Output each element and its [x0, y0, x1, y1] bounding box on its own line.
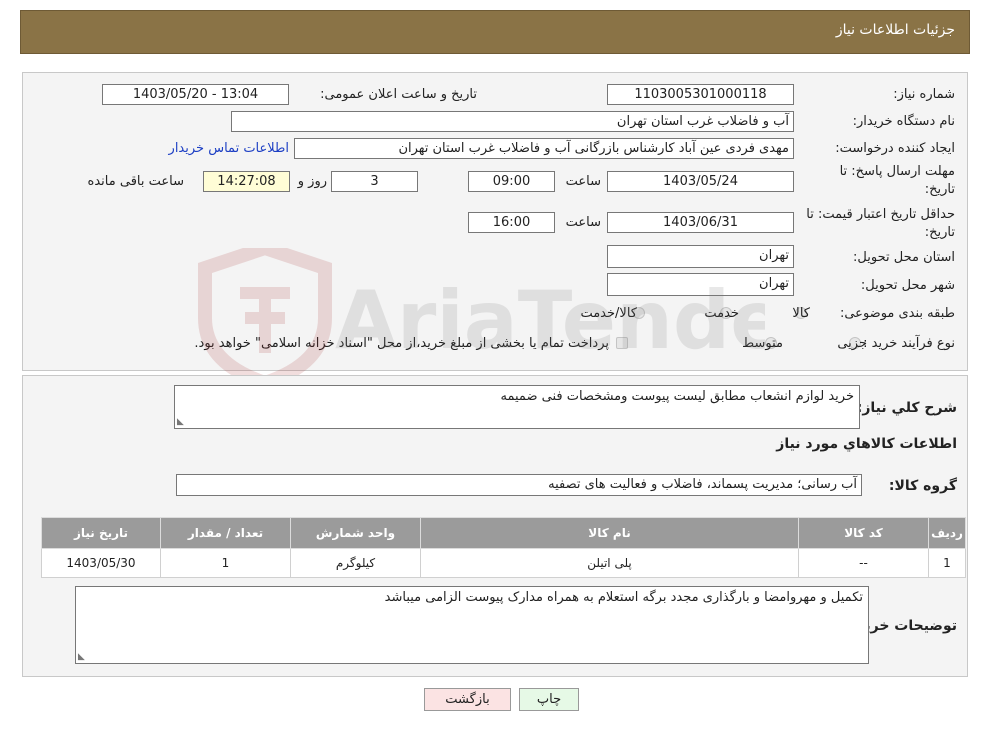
goods-panel: شرح کلي نياز: خرید لوازم انشعاب مطابق لی… — [22, 375, 968, 677]
buyer-org-field[interactable]: آب و فاضلاب غرب استان تهران — [231, 111, 794, 132]
purchase-minor-label: جزیی — [837, 336, 867, 351]
deadline-date-field[interactable]: 1403/05/24 — [607, 171, 794, 192]
price-validity-label: حداقل تاریخ اعتبار قیمت: تا — [806, 207, 955, 222]
cell-unit: کیلوگرم — [290, 548, 421, 578]
table-row: 1 -- پلی اتیلن کیلوگرم 1 1403/05/30 — [41, 548, 966, 578]
goods-table: ردیف کد کالا نام کالا واحد شمارش تعداد /… — [41, 517, 966, 578]
col-row: ردیف — [928, 517, 966, 549]
cell-code: -- — [798, 548, 929, 578]
price-validity-date-label: تاریخ: — [924, 225, 955, 240]
col-unit: واحد شمارش — [290, 517, 421, 549]
deadline-label: مهلت ارسال پاسخ: تا — [839, 164, 955, 179]
remaining-time-label: ساعت باقی مانده — [87, 174, 184, 189]
price-validity-time-field[interactable]: 16:00 — [468, 212, 555, 233]
cell-quantity: 1 — [160, 548, 291, 578]
cell-need-date: 1403/05/30 — [41, 548, 161, 578]
need-number-label: شماره نیاز: — [893, 87, 955, 102]
col-need-date: تاریخ نیاز — [41, 517, 161, 549]
summary-label: شرح کلي نياز: — [856, 400, 957, 416]
announce-datetime-field[interactable]: 1403/05/20 - 13:04 — [102, 84, 289, 105]
remaining-time-field[interactable]: 14:27:08 — [203, 171, 290, 192]
buyer-notes-textarea[interactable]: تکمیل و مهروامضا و بارگذاری مجدد برگه اس… — [75, 586, 869, 664]
summary-textarea[interactable]: خرید لوازم انشعاب مطابق لیست پیوست ومشخص… — [174, 385, 860, 429]
cell-name: پلی اتیلن — [420, 548, 799, 578]
watermark-logo-icon: AriaTender.neT — [198, 240, 985, 391]
buyer-contact-link[interactable]: اطلاعات تماس خریدار — [169, 141, 289, 156]
price-validity-date-field[interactable]: 1403/06/31 — [607, 212, 794, 233]
summary-text: خرید لوازم انشعاب مطابق لیست پیوست ومشخص… — [500, 389, 854, 404]
watermark: AriaTender.neT — [195, 240, 985, 392]
resize-grip-icon[interactable]: ◢ — [177, 417, 184, 427]
col-code: کد کالا — [798, 517, 929, 549]
col-name: نام کالا — [420, 517, 799, 549]
deadline-time-label: ساعت — [565, 174, 601, 189]
page-title: جزئیات اطلاعات نیاز — [835, 22, 955, 38]
back-button[interactable]: بازگشت — [424, 688, 511, 711]
deadline-date-label: تاریخ: — [924, 182, 955, 197]
cell-row: 1 — [928, 548, 966, 578]
print-button[interactable]: چاپ — [519, 688, 579, 711]
deadline-time-field[interactable]: 09:00 — [468, 171, 555, 192]
purchase-type-label: نوع فرآیند خرید : — [863, 336, 955, 351]
goods-section-title: اطلاعات کالاهاي مورد نياز — [776, 436, 957, 452]
price-validity-time-label: ساعت — [565, 215, 601, 230]
goods-group-label: گروه کالا: — [888, 478, 957, 494]
creator-label: ایجاد کننده درخواست: — [835, 141, 955, 156]
goods-group-field[interactable]: آب رسانی؛ مدیریت پسماند، فاضلاب و فعالیت… — [176, 474, 862, 496]
creator-field[interactable]: مهدی فردی عین آباد کارشناس بازرگانی آب و… — [294, 138, 794, 159]
days-remaining-field[interactable]: 3 — [331, 171, 418, 192]
buyer-org-label: نام دستگاه خریدار: — [852, 114, 955, 129]
days-label: روز و — [297, 174, 327, 189]
need-number-field[interactable]: 1103005301000118 — [607, 84, 794, 105]
goods-table-header: ردیف کد کالا نام کالا واحد شمارش تعداد /… — [41, 517, 966, 549]
delivery-province-label: استان محل تحویل: — [853, 250, 955, 265]
col-quantity: تعداد / مقدار — [160, 517, 291, 549]
announce-datetime-label: تاریخ و ساعت اعلان عمومی: — [320, 87, 477, 102]
category-goods-label: کالا — [792, 306, 810, 321]
buyer-notes-text: تکمیل و مهروامضا و بارگذاری مجدد برگه اس… — [384, 590, 863, 605]
resize-grip-icon[interactable]: ◢ — [78, 652, 85, 662]
delivery-city-label: شهر محل تحویل: — [860, 278, 955, 293]
page-header: جزئیات اطلاعات نیاز — [20, 10, 970, 54]
category-label: طبقه بندی موضوعی: — [839, 306, 955, 321]
svg-text:AriaTender.neT: AriaTender.neT — [335, 274, 765, 367]
